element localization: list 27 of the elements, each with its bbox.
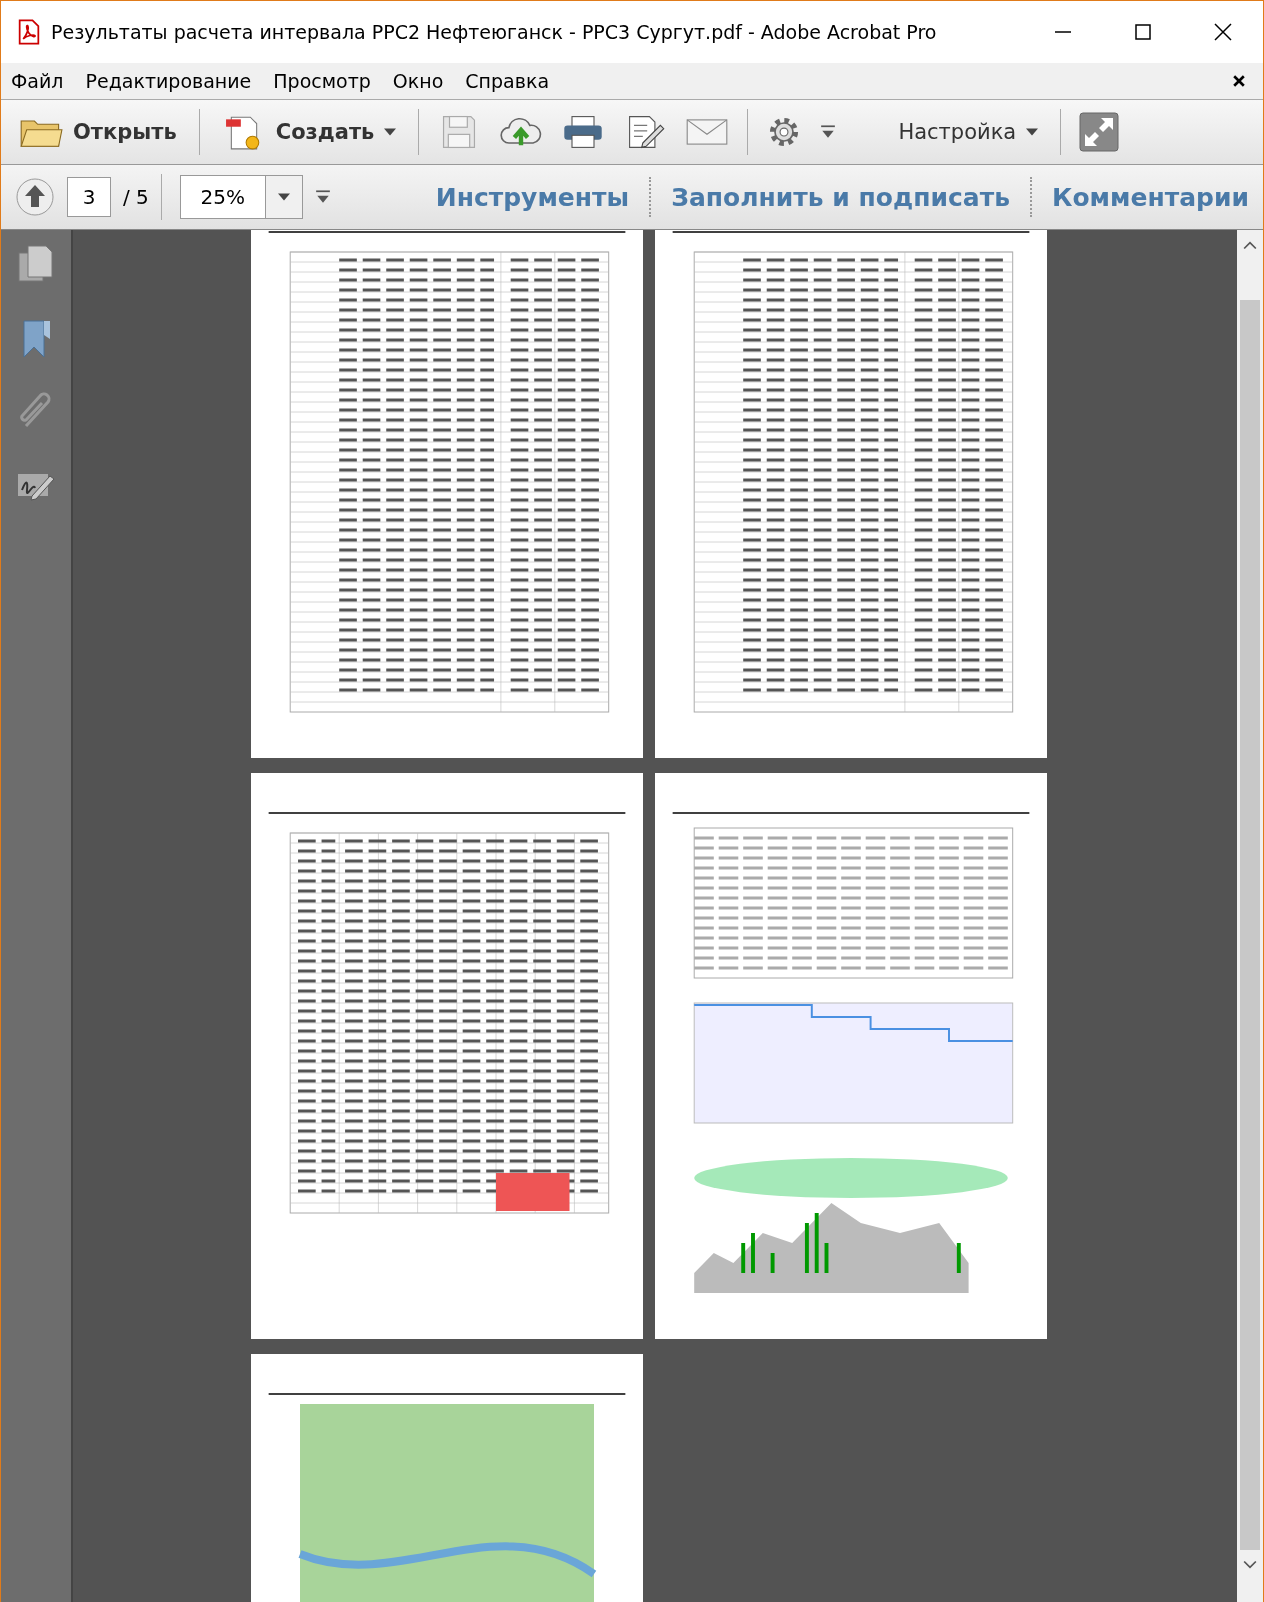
caret-icon	[1026, 128, 1039, 136]
open-button[interactable]: Открыть	[15, 109, 181, 155]
expand-icon[interactable]	[1079, 112, 1120, 152]
create-button[interactable]: Создать	[217, 109, 401, 155]
previous-page-icon[interactable]	[15, 177, 55, 217]
menu-item[interactable]: Окно	[392, 70, 444, 92]
scroll-down-icon[interactable]	[1243, 1560, 1257, 1570]
close-icon[interactable]	[1233, 75, 1245, 87]
menu-item[interactable]: Справка	[465, 70, 550, 92]
scroll-up-icon[interactable]	[1243, 240, 1257, 250]
caret-icon[interactable]	[277, 193, 290, 201]
menu-item[interactable]: Просмотр	[273, 70, 371, 92]
more-icon[interactable]	[820, 125, 837, 139]
pane-tab[interactable]: Заполнить и подписать	[671, 182, 1010, 212]
page-number-field[interactable]: 3	[67, 177, 111, 217]
close-icon[interactable]	[1213, 22, 1233, 42]
more-icon[interactable]	[314, 190, 331, 204]
maximize-icon[interactable]	[1133, 22, 1153, 42]
menu-item[interactable]: Файл	[11, 70, 64, 92]
pane-tab[interactable]: Инструменты	[435, 182, 630, 212]
customize-button[interactable]: Настройка	[894, 116, 1043, 148]
caret-icon	[384, 128, 397, 136]
zoom-dropdown[interactable]: 25%	[179, 175, 303, 219]
page-count: / 5	[123, 185, 149, 209]
pane-tab[interactable]: Комментарии	[1052, 182, 1249, 212]
window-title: Результаты расчета интервала РРС2 Нефтеюганск - РРС3 Сургут.pdf - Adobe Acrobat Pro	[51, 21, 938, 43]
menu-item[interactable]: Редактирование	[85, 70, 252, 92]
